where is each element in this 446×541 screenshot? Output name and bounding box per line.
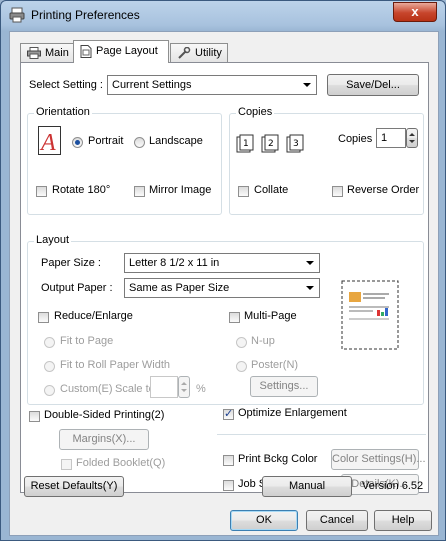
orientation-group-title: Orientation <box>34 106 92 118</box>
svg-text:3: 3 <box>293 139 299 149</box>
fit-to-page-radio[interactable] <box>44 337 55 348</box>
reset-defaults-button[interactable]: Reset Defaults(Y) <box>24 476 124 497</box>
reduce-enlarge-checkbox[interactable] <box>38 312 49 323</box>
svg-text:A: A <box>39 130 56 156</box>
copies-group: Copies 1 2 3 Copies 1 Collate Reverse Orde… <box>229 106 424 215</box>
layout-group-title: Layout <box>34 234 72 246</box>
copies-input[interactable]: 1 <box>376 128 406 148</box>
spin-arrows-icon <box>181 382 187 392</box>
scale-to-label: Scale to <box>115 383 155 395</box>
portrait-orientation-icon: A <box>38 126 61 156</box>
multi-page-label: Multi-Page <box>244 310 297 322</box>
folded-booklet-checkbox[interactable] <box>61 459 72 470</box>
output-paper-value: Same as Paper Size <box>129 282 230 294</box>
custom-scale-radio[interactable] <box>44 385 55 396</box>
portrait-radio[interactable] <box>72 137 83 148</box>
n-up-radio[interactable] <box>236 337 247 348</box>
rotate-180-label: Rotate 180° <box>52 184 111 196</box>
mirror-image-checkbox[interactable] <box>134 186 145 197</box>
page-layout-icon <box>80 44 92 58</box>
output-paper-label: Output Paper : <box>41 282 113 294</box>
paper-size-label: Paper Size : <box>41 257 101 269</box>
tab-page-layout[interactable]: Page Layout <box>73 40 169 63</box>
save-del-button[interactable]: Save/Del... <box>327 74 419 96</box>
copies-value: 1 <box>381 132 388 144</box>
reduce-enlarge-label: Reduce/Enlarge <box>54 310 133 322</box>
chevron-down-icon <box>306 261 314 265</box>
layout-group: Layout Paper Size : Letter 8 1/2 x 11 in… <box>27 234 424 405</box>
collate-checkbox[interactable] <box>238 186 249 197</box>
scale-spin-button[interactable] <box>178 376 190 398</box>
help-button[interactable]: Help <box>374 510 432 531</box>
select-setting-label: Select Setting : <box>29 79 103 91</box>
scale-to-input[interactable] <box>150 376 178 398</box>
reverse-order-label: Reverse Order <box>347 184 420 196</box>
tab-page-layout-label: Page Layout <box>96 45 158 57</box>
poster-radio[interactable] <box>236 361 247 372</box>
double-sided-label: Double-Sided Printing(2) <box>44 409 165 421</box>
page-layout-panel: Select Setting : Current Settings Save/D… <box>20 62 429 495</box>
margins-button[interactable]: Margins(X)... <box>59 429 149 450</box>
n-up-label: N-up <box>251 335 275 347</box>
tab-main-label: Main <box>45 47 69 59</box>
svg-text:1: 1 <box>243 139 249 149</box>
copies-spin-button[interactable] <box>406 128 418 148</box>
fit-to-page-label: Fit to Page <box>60 335 114 347</box>
fit-to-roll-label: Fit to Roll Paper Width <box>60 359 171 371</box>
collated-copies-icon: 1 2 3 <box>236 134 304 153</box>
window-title: Printing Preferences <box>31 8 140 22</box>
paper-size-value: Letter 8 1/2 x 11 in <box>129 257 220 269</box>
copies-group-title: Copies <box>236 106 275 118</box>
printer-icon <box>9 7 25 23</box>
manual-button[interactable]: Manual <box>262 476 352 497</box>
landscape-label: Landscape <box>149 135 203 147</box>
rotate-180-checkbox[interactable] <box>36 186 47 197</box>
color-settings-button[interactable]: Color Settings(H)... <box>331 449 426 470</box>
copies-label: Copies <box>338 133 373 145</box>
print-bckg-color-checkbox[interactable] <box>223 455 234 466</box>
paper-size-dropdown[interactable]: Letter 8 1/2 x 11 in <box>124 253 320 273</box>
version-label: Version 6.52 <box>362 480 424 492</box>
tab-utility[interactable]: Utility <box>170 43 228 62</box>
print-bckg-color-label: Print Bckg Color <box>238 453 318 465</box>
optimize-enlargement-label: Optimize Enlargement <box>238 407 347 419</box>
cancel-button[interactable]: Cancel <box>306 510 368 531</box>
multi-page-checkbox[interactable] <box>229 312 240 323</box>
paper-preview-icon <box>341 280 399 350</box>
utility-wrench-icon <box>178 46 191 59</box>
dialog-client-area: Main Page Layout Utility Select Setting … <box>9 31 439 536</box>
divider <box>217 434 426 435</box>
printing-preferences-window: Printing Preferences x Main Page Layout <box>0 0 446 541</box>
output-paper-dropdown[interactable]: Same as Paper Size <box>124 278 320 298</box>
printer-tab-icon <box>27 47 41 60</box>
percent-label: % <box>196 383 206 395</box>
orientation-group: Orientation A Portrait Landscape Rotate … <box>27 106 222 215</box>
folded-booklet-label: Folded Booklet(Q) <box>76 457 166 469</box>
svg-text:2: 2 <box>268 139 274 149</box>
landscape-radio[interactable] <box>134 137 145 148</box>
optimize-enlargement-checkbox[interactable] <box>223 407 234 420</box>
chevron-down-icon <box>306 286 314 290</box>
mirror-image-label: Mirror Image <box>149 184 212 196</box>
select-setting-value: Current Settings <box>112 79 192 91</box>
portrait-label: Portrait <box>88 135 124 147</box>
custom-scale-label: Custom(E) <box>60 383 113 395</box>
select-setting-dropdown[interactable]: Current Settings <box>107 75 317 95</box>
tab-main[interactable]: Main <box>20 43 74 62</box>
job-settings-checkbox[interactable] <box>223 480 234 491</box>
tab-utility-label: Utility <box>195 47 222 59</box>
title-bar[interactable]: Printing Preferences x <box>1 1 445 29</box>
chevron-down-icon <box>303 83 311 87</box>
ok-button[interactable]: OK <box>230 510 298 531</box>
reverse-order-checkbox[interactable] <box>332 186 343 197</box>
spin-arrows-icon <box>409 133 415 143</box>
multi-page-settings-button[interactable]: Settings... <box>250 376 318 397</box>
poster-label: Poster(N) <box>251 359 299 371</box>
fit-to-roll-radio[interactable] <box>44 361 55 372</box>
double-sided-checkbox[interactable] <box>29 411 40 422</box>
collate-label: Collate <box>254 184 289 196</box>
close-button[interactable]: x <box>393 2 437 22</box>
